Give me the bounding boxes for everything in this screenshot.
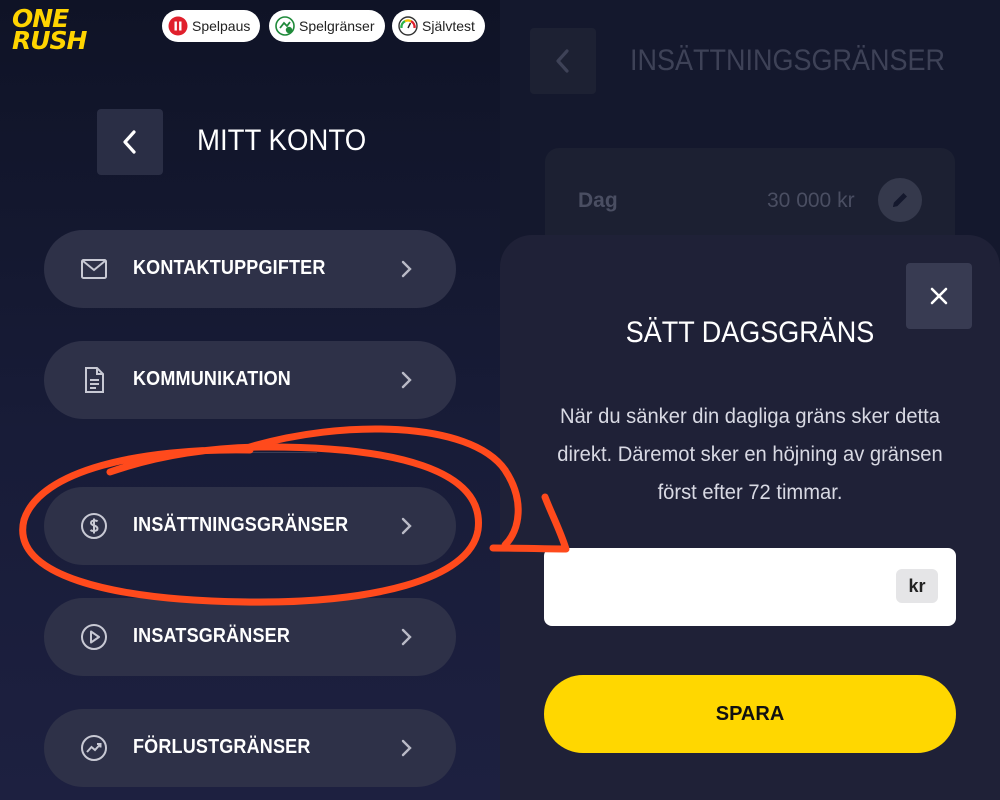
chevron-right-icon	[401, 371, 412, 389]
amount-input[interactable]	[562, 566, 882, 608]
spelgranser-label: Spelgränser	[299, 18, 375, 34]
divider	[185, 452, 317, 453]
chevron-right-icon	[401, 628, 412, 646]
menu-item-label: FÖRLUSTGRÄNSER	[133, 736, 311, 758]
chevron-left-icon	[123, 130, 136, 154]
play-circle-icon	[81, 624, 107, 650]
menu-item-kontaktuppgifter[interactable]: KONTAKTUPPGIFTER	[44, 230, 456, 308]
menu-item-kommunikation[interactable]: KOMMUNIKATION	[44, 341, 456, 419]
edit-limit-button[interactable]	[878, 178, 922, 222]
menu-item-label: INSATSGRÄNSER	[133, 625, 291, 647]
limits-page-title: INSÄTTNINGSGRÄNSER	[630, 44, 946, 77]
gauge-icon	[398, 16, 418, 36]
limits-back-button[interactable]	[530, 28, 596, 94]
amount-field[interactable]: kr	[544, 548, 956, 626]
limit-amount: 30 000 kr	[767, 189, 855, 212]
spelpaus-label: Spelpaus	[192, 18, 251, 34]
limit-period-label: Dag	[578, 189, 618, 212]
chevron-left-icon	[556, 49, 569, 73]
close-icon	[930, 287, 948, 305]
menu-item-label: KOMMUNIKATION	[133, 368, 291, 390]
sjalvtest-button[interactable]: Självtest	[392, 10, 485, 42]
limits-icon	[275, 16, 295, 36]
chevron-right-icon	[401, 517, 412, 535]
pencil-icon	[893, 193, 907, 207]
save-button[interactable]: SPARA	[544, 675, 956, 753]
menu-item-label: INSÄTTNINGSGRÄNSER	[133, 514, 349, 536]
menu-item-insatsgranser[interactable]: INSATSGRÄNSER	[44, 598, 456, 676]
spelpaus-button[interactable]: Spelpaus	[162, 10, 261, 42]
trend-circle-icon	[81, 735, 107, 761]
chevron-right-icon	[401, 260, 412, 278]
menu-item-insattningsgranser[interactable]: INSÄTTNINGSGRÄNSER	[44, 487, 456, 565]
document-icon	[85, 367, 104, 393]
deposit-limits-panel: INSÄTTNINGSGRÄNSER Dag 30 000 kr SÄTT DA…	[500, 0, 1000, 800]
back-button[interactable]	[97, 109, 163, 175]
onerush-logo[interactable]: ONE RUSH	[12, 6, 96, 55]
pause-icon	[168, 16, 188, 36]
modal-title: SÄTT DAGSGRÄNS	[625, 316, 875, 349]
spelgranser-button[interactable]: Spelgränser	[269, 10, 385, 42]
account-panel: ONE RUSH Spelpaus Spelgränser Självtest …	[0, 0, 500, 800]
mail-icon	[81, 259, 107, 279]
logo-line-2: RUSH	[12, 26, 87, 55]
menu-item-forlustgranser[interactable]: FÖRLUSTGRÄNSER	[44, 709, 456, 787]
sjalvtest-label: Självtest	[422, 18, 475, 34]
menu-item-label: KONTAKTUPPGIFTER	[133, 257, 326, 279]
chevron-right-icon	[401, 739, 412, 757]
currency-unit-badge: kr	[896, 569, 938, 603]
page-title: MITT KONTO	[197, 124, 367, 157]
dollar-circle-icon	[81, 513, 107, 539]
modal-description: När du sänker din dagliga gräns sker det…	[557, 405, 943, 504]
set-daily-limit-modal: SÄTT DAGSGRÄNS När du sänker din dagliga…	[500, 235, 1000, 800]
